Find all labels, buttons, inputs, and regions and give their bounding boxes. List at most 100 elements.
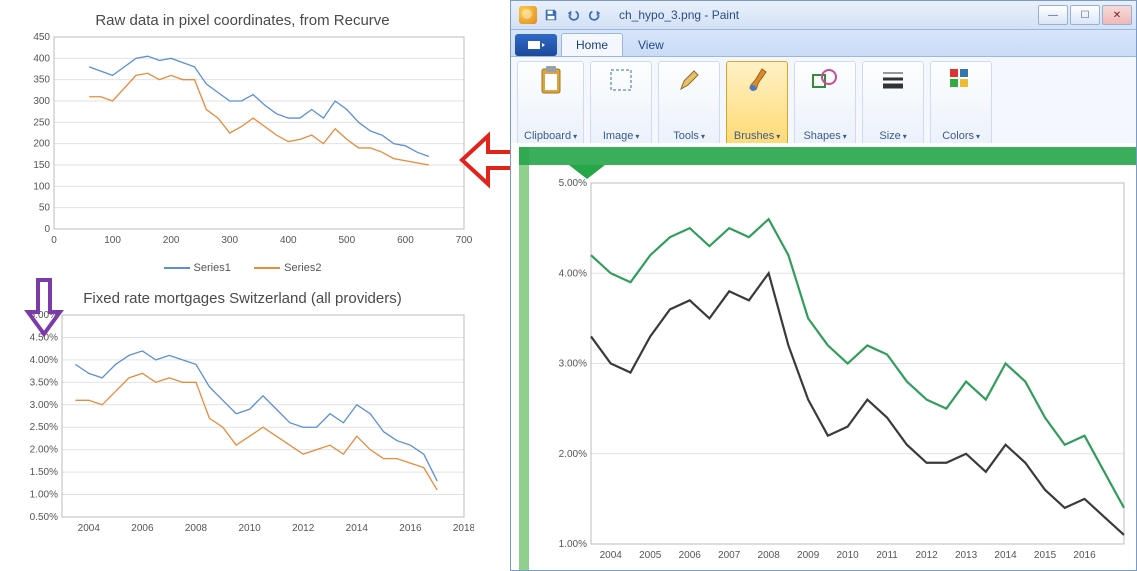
colors-icon xyxy=(947,66,975,94)
svg-text:100: 100 xyxy=(104,235,121,246)
svg-text:2005: 2005 xyxy=(639,550,662,561)
svg-text:1.00%: 1.00% xyxy=(30,490,58,501)
maximize-button[interactable]: ☐ xyxy=(1070,5,1100,25)
paint-canvas[interactable]: 1.00% 2.00% 3.00% 4.00% 5.00% 2004 2005 2006 200… xyxy=(511,143,1136,570)
chart1-plot: 0 50 100 150 200 250 300 350 400 450 0 100 200 300 400… xyxy=(14,31,474,251)
svg-text:700: 700 xyxy=(456,235,473,246)
svg-text:1.00%: 1.00% xyxy=(559,539,587,550)
green-sidebar-stripe xyxy=(519,147,529,570)
titlebar: ch_hypo_3.png - Paint — ☐ ✕ xyxy=(511,1,1136,30)
size-icon xyxy=(879,66,907,94)
legend-series1: Series1 xyxy=(164,262,231,274)
ribbon-brushes[interactable]: Brushes▾ xyxy=(726,61,788,147)
svg-text:2011: 2011 xyxy=(876,550,898,561)
svg-text:2009: 2009 xyxy=(797,550,820,561)
screenshot-root: Raw data in pixel coordinates, from Recu… xyxy=(0,0,1137,571)
minimize-button[interactable]: — xyxy=(1038,5,1068,25)
quick-access-toolbar xyxy=(511,6,611,24)
svg-text:200: 200 xyxy=(33,139,50,150)
tab-view[interactable]: View xyxy=(623,33,679,56)
window-buttons: — ☐ ✕ xyxy=(1038,5,1136,25)
svg-text:500: 500 xyxy=(339,235,356,246)
svg-text:100: 100 xyxy=(33,181,50,192)
svg-text:400: 400 xyxy=(33,53,50,64)
window-title: ch_hypo_3.png - Paint xyxy=(619,8,739,22)
svg-text:2.00%: 2.00% xyxy=(559,449,587,460)
chart1-legend: Series1 Series2 xyxy=(14,254,471,280)
svg-text:3.50%: 3.50% xyxy=(30,377,58,388)
ribbon-colors[interactable]: Colors▾ xyxy=(930,61,992,147)
svg-text:2008: 2008 xyxy=(185,523,208,534)
chart3-plot: 1.00% 2.00% 3.00% 4.00% 5.00% 2004 2005 2006 200… xyxy=(535,179,1132,568)
close-button[interactable]: ✕ xyxy=(1102,5,1132,25)
tab-home[interactable]: Home xyxy=(561,33,623,56)
green-banner xyxy=(519,147,1136,165)
chart2-plot: 0.50% 1.00% 1.50% 2.00% 2.50% 3.00% 3.50% 4.00%… xyxy=(14,309,474,539)
chart2-mortgages: Fixed rate mortgages Switzerland (all pr… xyxy=(14,284,471,542)
clipboard-icon xyxy=(537,66,565,94)
svg-text:2015: 2015 xyxy=(1034,550,1057,561)
svg-text:2010: 2010 xyxy=(837,550,860,561)
ribbon-shapes[interactable]: Shapes▾ xyxy=(794,61,856,147)
svg-text:4.00%: 4.00% xyxy=(30,355,58,366)
paint-app-icon xyxy=(519,6,537,24)
svg-text:4.00%: 4.00% xyxy=(559,268,587,279)
purple-arrow-icon xyxy=(24,278,64,338)
svg-text:2007: 2007 xyxy=(718,550,741,561)
svg-text:3.00%: 3.00% xyxy=(559,359,587,370)
svg-text:50: 50 xyxy=(39,203,51,214)
svg-text:200: 200 xyxy=(163,235,180,246)
svg-text:2.50%: 2.50% xyxy=(30,422,58,433)
paint-window: ch_hypo_3.png - Paint — ☐ ✕ Home View Cl… xyxy=(510,0,1137,571)
svg-text:1.50%: 1.50% xyxy=(30,467,58,478)
svg-text:2018: 2018 xyxy=(453,523,474,534)
chart1-rawpixels: Raw data in pixel coordinates, from Recu… xyxy=(14,6,471,280)
svg-text:0: 0 xyxy=(44,224,50,235)
svg-text:3.00%: 3.00% xyxy=(30,400,58,411)
shapes-icon xyxy=(811,66,839,94)
save-button[interactable] xyxy=(543,7,559,23)
svg-text:2008: 2008 xyxy=(758,550,781,561)
svg-text:2013: 2013 xyxy=(955,550,978,561)
svg-text:2004: 2004 xyxy=(78,523,101,534)
svg-text:250: 250 xyxy=(33,117,50,128)
svg-text:2014: 2014 xyxy=(994,550,1017,561)
svg-text:450: 450 xyxy=(33,32,50,43)
svg-text:150: 150 xyxy=(33,160,50,171)
svg-text:2016: 2016 xyxy=(399,523,422,534)
svg-text:600: 600 xyxy=(397,235,414,246)
svg-text:300: 300 xyxy=(33,96,50,107)
image-select-icon xyxy=(607,66,635,94)
svg-text:2016: 2016 xyxy=(1073,550,1096,561)
svg-text:0: 0 xyxy=(51,235,57,246)
svg-text:300: 300 xyxy=(221,235,238,246)
legend-series2: Series2 xyxy=(254,262,321,274)
pencil-icon xyxy=(675,66,703,94)
ribbon-size[interactable]: Size▾ xyxy=(862,61,924,147)
svg-text:400: 400 xyxy=(280,235,297,246)
ribbon-tools[interactable]: Tools▾ xyxy=(658,61,720,147)
ribbon-clipboard[interactable]: Clipboard▾ xyxy=(517,61,584,147)
svg-text:2012: 2012 xyxy=(292,523,315,534)
ribbon: Clipboard▾ Image▾ Tools▾ Brushes▾ Shapes… xyxy=(511,57,1136,152)
brush-icon xyxy=(743,66,771,94)
svg-text:2.00%: 2.00% xyxy=(30,445,58,456)
svg-text:2006: 2006 xyxy=(131,523,154,534)
svg-text:350: 350 xyxy=(33,75,50,86)
redo-button[interactable] xyxy=(587,7,603,23)
svg-text:5.00%: 5.00% xyxy=(559,179,587,189)
file-menu-button[interactable] xyxy=(515,34,557,56)
ribbon-tabs: Home View xyxy=(511,30,1136,57)
undo-button[interactable] xyxy=(565,7,581,23)
svg-text:2004: 2004 xyxy=(600,550,623,561)
ribbon-image[interactable]: Image▾ xyxy=(590,61,652,147)
chart2-title: Fixed rate mortgages Switzerland (all pr… xyxy=(14,284,471,309)
green-banner-notch-icon xyxy=(569,165,605,179)
svg-text:2006: 2006 xyxy=(679,550,702,561)
svg-text:2010: 2010 xyxy=(238,523,261,534)
chart1-title: Raw data in pixel coordinates, from Recu… xyxy=(14,6,471,31)
svg-text:2014: 2014 xyxy=(346,523,369,534)
svg-text:2012: 2012 xyxy=(915,550,938,561)
left-column: Raw data in pixel coordinates, from Recu… xyxy=(0,0,485,571)
svg-text:0.50%: 0.50% xyxy=(30,512,58,523)
